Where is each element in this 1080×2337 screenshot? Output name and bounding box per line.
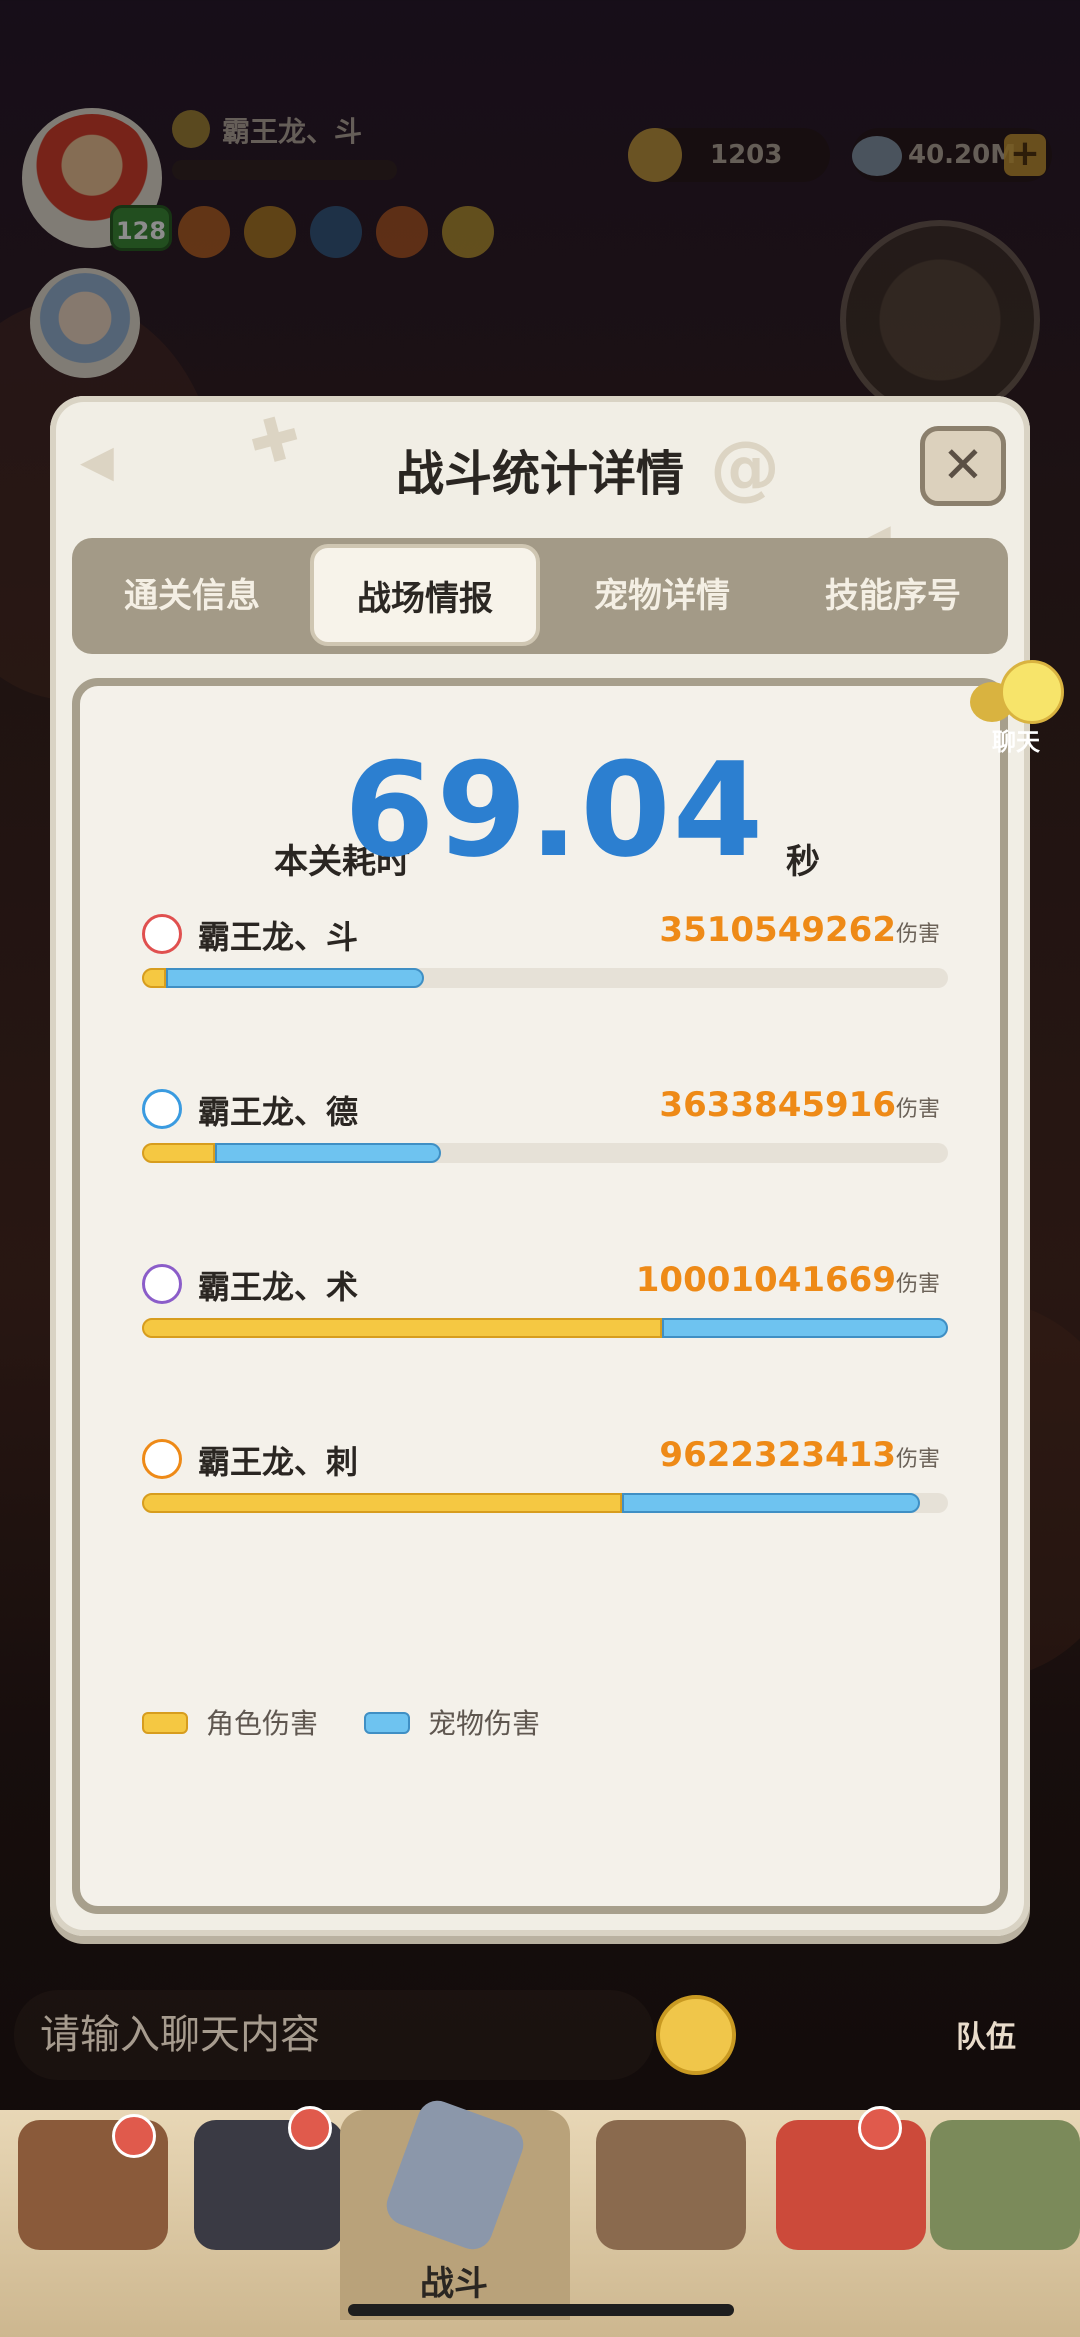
legend-label-pet: 宠物伤害 (428, 1707, 541, 1740)
time-value: 69.04 (344, 734, 766, 886)
close-button[interactable]: ✕ (920, 426, 1006, 506)
pet-damage-bar (215, 1143, 441, 1163)
warrior-class-icon (142, 914, 182, 954)
row-damage: 3510549262伤害 (659, 910, 940, 950)
row-damage-unit: 伤害 (895, 922, 940, 947)
chat-bubble-button[interactable]: 聊天 (970, 660, 1070, 756)
pet-damage-bar (166, 968, 424, 988)
nav-character-4[interactable] (776, 2120, 926, 2250)
smiley-icon (1000, 660, 1064, 724)
row-damage: 3633845916伤害 (659, 1085, 940, 1125)
pet-damage-bar (662, 1318, 948, 1338)
row-damage: 10001041669伤害 (636, 1260, 940, 1300)
character-damage-bar (142, 1318, 662, 1338)
notification-bell-icon (288, 2106, 332, 2150)
row-damage: 9622323413伤害 (659, 1435, 940, 1475)
nav-character-3[interactable] (596, 2120, 746, 2250)
row-damage-value: 10001041669 (635, 1260, 896, 1300)
legend-swatch-pet (364, 1712, 410, 1734)
sword-icon (381, 2095, 529, 2255)
tab-pet-details[interactable]: 宠物详情 (542, 538, 782, 654)
time-unit: 秒 (786, 842, 820, 882)
row-player-name: 霸王龙、刺 (198, 1443, 359, 1481)
chat-input-placeholder: 请输入聊天内容 (40, 2012, 320, 2058)
row-damage-unit: 伤害 (895, 1447, 940, 1472)
druid-class-icon (142, 1089, 182, 1129)
nav-battle-label: 战斗 (420, 2264, 488, 2304)
notification-bell-icon (112, 2114, 156, 2158)
assassin-class-icon (142, 1439, 182, 1479)
row-damage-value: 3633845916 (659, 1085, 896, 1125)
battle-intel-panel: 本关耗时 69.04 秒 霸王龙、斗 3510549262伤害 霸王龙、德 36338… (72, 678, 1008, 1914)
chat-input[interactable]: 请输入聊天内容 (14, 1990, 654, 2080)
tab-skill-order[interactable]: 技能序号 (778, 538, 1008, 654)
tab-battlefield-intel[interactable]: 战场情报 (310, 544, 540, 646)
row-damage-value: 9622323413 (659, 1435, 896, 1475)
legend-label-character: 角色伤害 (206, 1707, 319, 1740)
team-button[interactable]: 队伍 (956, 2012, 1016, 2056)
row-damage-unit: 伤害 (895, 1097, 940, 1122)
character-damage-bar (142, 1493, 622, 1513)
tab-clear-info[interactable]: 通关信息 (72, 538, 312, 654)
notification-bell-icon (858, 2106, 902, 2150)
tab-bar: 通关信息 战场情报 宠物详情 技能序号 (72, 538, 1008, 654)
nav-battle-tab[interactable]: 战斗 (340, 2095, 570, 2320)
legend-swatch-character (142, 1712, 188, 1734)
battle-stats-dialog: ✚ ◀ @ ◀ 战斗统计详情 ✕ 通关信息 战场情报 宠物详情 技能序号 本关耗… (50, 396, 1030, 1936)
chat-bubble-label: 聊天 (992, 728, 1040, 756)
character-damage-bar (142, 968, 166, 988)
pet-damage-bar (622, 1493, 920, 1513)
warlock-class-icon (142, 1264, 182, 1304)
row-player-name: 霸王龙、德 (198, 1093, 359, 1131)
emoji-button[interactable] (656, 1995, 736, 2075)
nav-character-5[interactable] (930, 2120, 1080, 2250)
row-damage-value: 3510549262 (659, 910, 896, 950)
home-indicator (348, 2304, 734, 2316)
dialog-title: 战斗统计详情 (395, 446, 684, 502)
character-damage-bar (142, 1143, 215, 1163)
row-player-name: 霸王龙、斗 (198, 918, 359, 956)
close-icon: ✕ (942, 436, 984, 494)
row-damage-unit: 伤害 (895, 1272, 940, 1297)
row-player-name: 霸王龙、术 (198, 1268, 359, 1306)
